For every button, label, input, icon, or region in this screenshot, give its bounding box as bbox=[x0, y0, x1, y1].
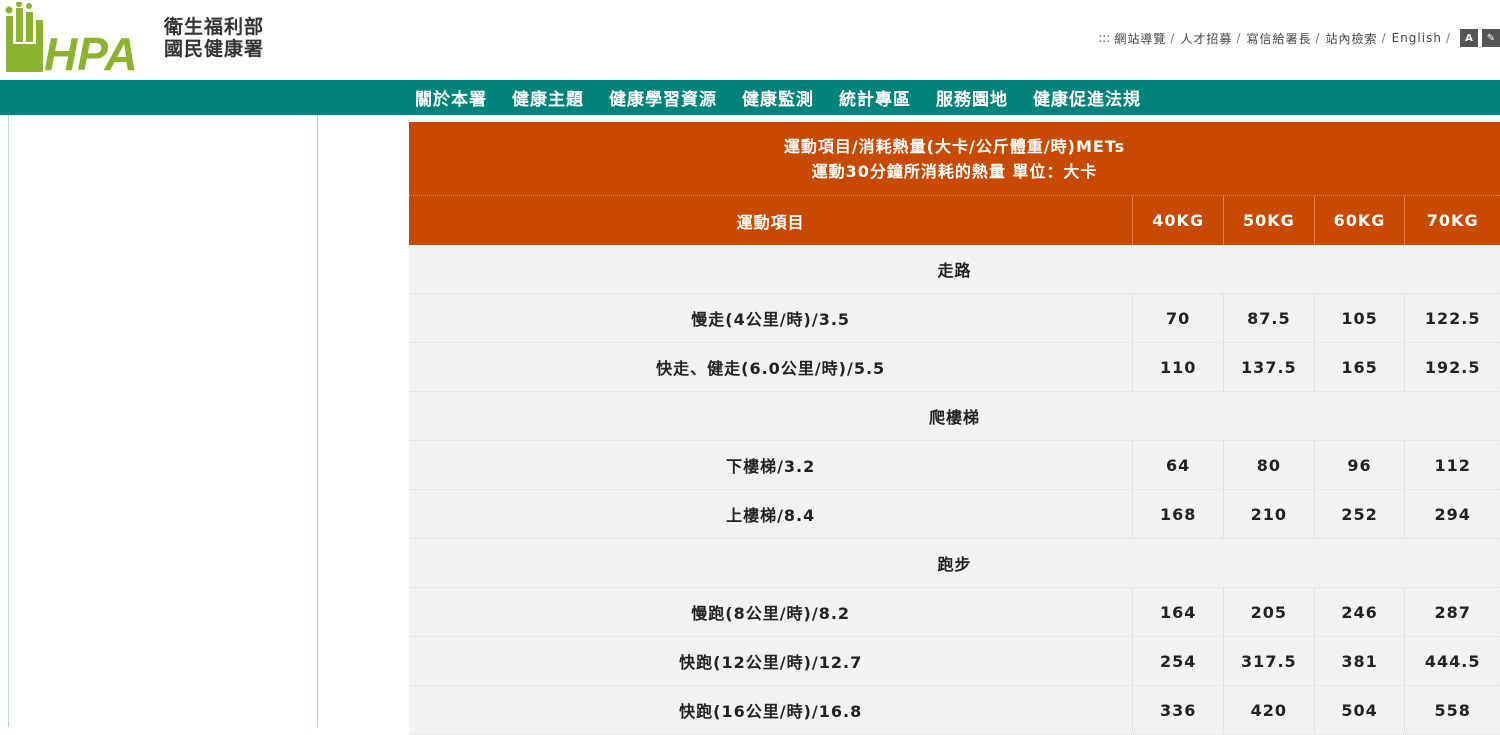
value-60kg: 252 bbox=[1313, 490, 1405, 538]
link-english[interactable]: English bbox=[1392, 31, 1442, 45]
table-row: 上樓梯/8.4 168 210 252 294 bbox=[409, 490, 1500, 539]
value-70kg: 294 bbox=[1404, 490, 1500, 538]
value-40kg: 164 bbox=[1132, 588, 1223, 636]
nav-item-statistics[interactable]: 統計專區 bbox=[839, 85, 911, 110]
exercise-name: 快跑(12公里/時)/12.7 bbox=[679, 653, 863, 672]
table-row: 慢走(4公里/時)/3.5 70 87.5 105 122.5 bbox=[409, 294, 1500, 343]
exercise-name: 上樓梯/8.4 bbox=[726, 506, 816, 525]
exercise-name: 慢走(4公里/時)/3.5 bbox=[691, 310, 851, 329]
value-40kg: 70 bbox=[1132, 294, 1223, 342]
table-row: 慢跑(8公里/時)/8.2 164 205 246 287 bbox=[409, 588, 1500, 637]
value-40kg: 168 bbox=[1132, 490, 1223, 538]
value-70kg: 112 bbox=[1404, 441, 1500, 489]
value-60kg: 165 bbox=[1313, 343, 1405, 391]
value-60kg: 96 bbox=[1313, 441, 1405, 489]
link-site-search[interactable]: 站內檢索 bbox=[1326, 30, 1378, 47]
link-sitemap[interactable]: 網站導覽 bbox=[1114, 30, 1166, 47]
value-50kg: 87.5 bbox=[1223, 294, 1314, 342]
table-row: 快走、健走(6.0公里/時)/5.5 110 137.5 165 192.5 bbox=[409, 343, 1500, 392]
site-header: HPA 衛生福利部 國民健康署 ::: 網站導覽 / 人才招募 / 寫信給署長 / 站… bbox=[0, 0, 1500, 80]
group-row: 爬樓梯 bbox=[409, 392, 1500, 441]
group-label: 跑步 bbox=[937, 555, 972, 574]
value-70kg: 122.5 bbox=[1404, 294, 1500, 342]
value-60kg: 105 bbox=[1313, 294, 1405, 342]
theme-brush-icon[interactable]: ✎ bbox=[1482, 29, 1500, 47]
group-row: 走路 bbox=[409, 245, 1500, 294]
value-50kg: 137.5 bbox=[1223, 343, 1314, 391]
exercise-name: 快走、健走(6.0公里/時)/5.5 bbox=[656, 359, 886, 378]
site-logo[interactable]: HPA 衛生福利部 國民健康署 bbox=[4, 1, 264, 80]
nav-item-about[interactable]: 關於本署 bbox=[415, 85, 487, 110]
header-70kg: 70KG bbox=[1404, 196, 1500, 245]
value-70kg: 192.5 bbox=[1404, 343, 1500, 391]
main-nav: 關於本署 健康主題 健康學習資源 健康監測 統計專區 服務園地 健康促進法規 bbox=[0, 80, 1500, 115]
utility-links: ::: 網站導覽 / 人才招募 / 寫信給署長 / 站內檢索 / English / A … bbox=[1098, 28, 1500, 48]
nav-item-learning-resources[interactable]: 健康學習資源 bbox=[609, 85, 717, 110]
accessibility-key[interactable]: ::: bbox=[1098, 31, 1110, 45]
value-40kg: 64 bbox=[1132, 441, 1223, 489]
nav-item-health-monitoring[interactable]: 健康監測 bbox=[742, 85, 814, 110]
hpa-logo-mark: HPA bbox=[4, 1, 154, 80]
header-40kg: 40KG bbox=[1132, 196, 1223, 245]
value-50kg: 80 bbox=[1223, 441, 1314, 489]
group-label: 走路 bbox=[937, 261, 972, 280]
value-70kg: 287 bbox=[1404, 588, 1500, 636]
nav-item-services[interactable]: 服務園地 bbox=[936, 85, 1008, 110]
sidebar bbox=[8, 115, 318, 727]
table-title-line1: 運動項目/消耗熱量(大卡/公斤體重/時)METs bbox=[783, 136, 1126, 156]
exercise-calorie-table: 運動項目/消耗熱量(大卡/公斤體重/時)METs 運動30分鐘所消耗的熱量 單位… bbox=[409, 122, 1500, 735]
value-50kg: 210 bbox=[1223, 490, 1314, 538]
value-50kg: 317.5 bbox=[1223, 637, 1314, 685]
table-title-line2: 運動30分鐘所消耗的熱量 單位：大卡 bbox=[811, 161, 1098, 181]
nav-item-health-topics[interactable]: 健康主題 bbox=[512, 85, 584, 110]
link-recruitment[interactable]: 人才招募 bbox=[1180, 30, 1232, 47]
table-row: 快跑(12公里/時)/12.7 254 317.5 381 444.5 bbox=[409, 637, 1500, 686]
table-row: 快跑(16公里/時)/16.8 336 420 504 558 bbox=[409, 686, 1500, 735]
exercise-name: 下樓梯/3.2 bbox=[726, 457, 816, 476]
org-name-line2: 國民健康署 bbox=[164, 38, 265, 60]
header-exercise: 運動項目 bbox=[736, 212, 805, 232]
table-row: 下樓梯/3.2 64 80 96 112 bbox=[409, 441, 1500, 490]
value-60kg: 246 bbox=[1313, 588, 1405, 636]
group-label: 爬樓梯 bbox=[928, 408, 980, 427]
link-mail-director[interactable]: 寫信給署長 bbox=[1246, 30, 1311, 47]
font-size-icon[interactable]: A bbox=[1460, 29, 1478, 47]
group-row: 跑步 bbox=[409, 539, 1500, 588]
header-60kg: 60KG bbox=[1313, 196, 1405, 245]
exercise-name: 慢跑(8公里/時)/8.2 bbox=[691, 604, 851, 623]
logo-hpa-text: HPA bbox=[44, 28, 138, 74]
nav-item-regulations[interactable]: 健康促進法規 bbox=[1033, 85, 1141, 110]
table-title: 運動項目/消耗熱量(大卡/公斤體重/時)METs 運動30分鐘所消耗的熱量 單位… bbox=[409, 122, 1500, 195]
value-60kg: 381 bbox=[1313, 637, 1405, 685]
org-name-line1: 衛生福利部 bbox=[164, 16, 265, 38]
value-40kg: 254 bbox=[1132, 637, 1223, 685]
header-50kg: 50KG bbox=[1223, 196, 1314, 245]
table-header-row: 運動項目 40KG 50KG 60KG 70KG bbox=[409, 195, 1500, 245]
org-name: 衛生福利部 國民健康署 bbox=[164, 16, 264, 60]
value-70kg: 444.5 bbox=[1404, 637, 1500, 685]
value-50kg: 205 bbox=[1223, 588, 1314, 636]
value-40kg: 110 bbox=[1132, 343, 1223, 391]
